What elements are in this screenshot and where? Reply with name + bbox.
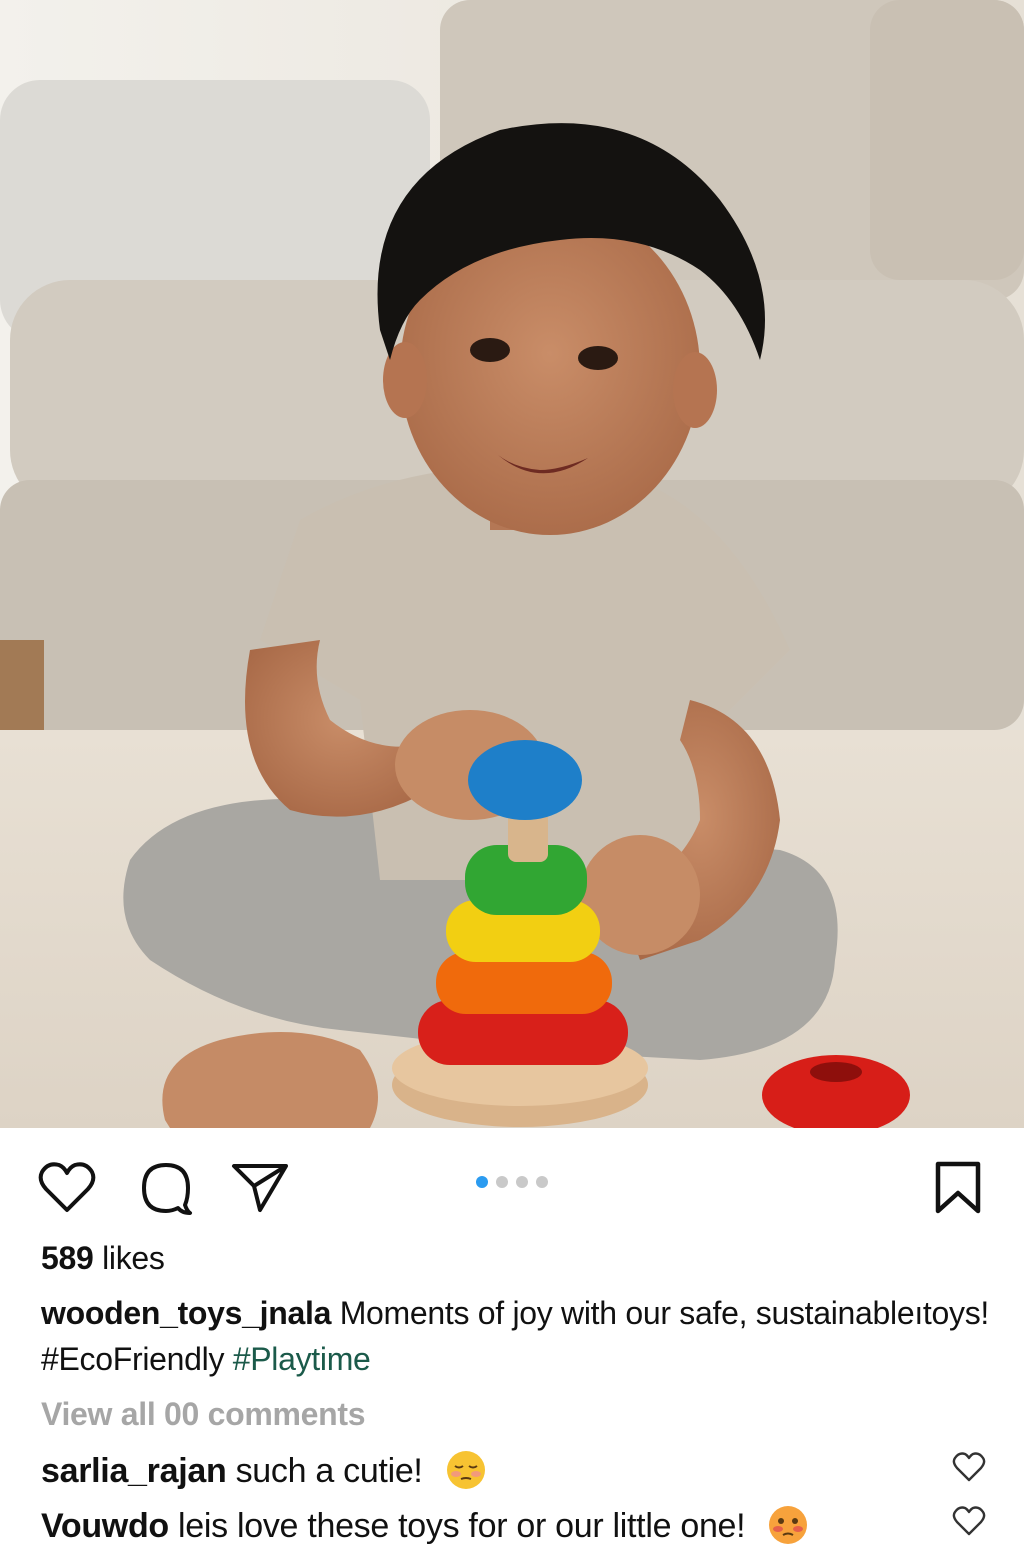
comment-row: Vouwdo leis love these toys for or our l… [41, 1505, 808, 1546]
post-caption: wooden_toys_jnala Moments of joy with ou… [41, 1290, 991, 1382]
caption-username[interactable]: wooden_toys_jnala [41, 1295, 331, 1331]
share-button[interactable] [230, 1158, 290, 1218]
blushing-face-emoji [446, 1450, 486, 1490]
flushed-face-emoji [768, 1505, 808, 1545]
carousel-dot[interactable] [516, 1176, 528, 1188]
comment-like-button[interactable] [952, 1506, 986, 1540]
carousel-dot[interactable] [536, 1176, 548, 1188]
post-photo[interactable] [0, 0, 1024, 1128]
comment-text: leis love these toys for or our little o… [178, 1507, 746, 1545]
heart-icon [952, 1452, 986, 1486]
likes-label: likes [102, 1240, 165, 1276]
heart-icon [38, 1162, 96, 1214]
comment-like-button[interactable] [952, 1452, 986, 1486]
likes-number: 589 [41, 1240, 94, 1276]
comment-username[interactable]: Vouwdo [41, 1507, 169, 1545]
comment-bubble-icon [139, 1161, 193, 1215]
carousel-indicator [476, 1176, 548, 1188]
baby-with-stacking-toy-illustration [0, 0, 1024, 1128]
carousel-dot[interactable] [496, 1176, 508, 1188]
save-button[interactable] [928, 1158, 988, 1218]
comment-text: such a cutie! [235, 1452, 423, 1490]
caption-hashtag[interactable]: #Playtime [233, 1341, 371, 1377]
heart-icon [952, 1506, 986, 1540]
bookmark-icon [934, 1161, 982, 1215]
likes-count[interactable]: 589 likes [41, 1240, 165, 1277]
comment-button[interactable] [136, 1158, 196, 1218]
carousel-dot-active[interactable] [476, 1176, 488, 1188]
comment-username[interactable]: sarlia_rajan [41, 1452, 227, 1490]
like-button[interactable] [37, 1158, 97, 1218]
view-all-comments-link[interactable]: View all 00 comments [41, 1396, 366, 1433]
comment-row: sarlia_rajan such a cutie! [41, 1450, 486, 1491]
paper-plane-icon [230, 1162, 290, 1214]
